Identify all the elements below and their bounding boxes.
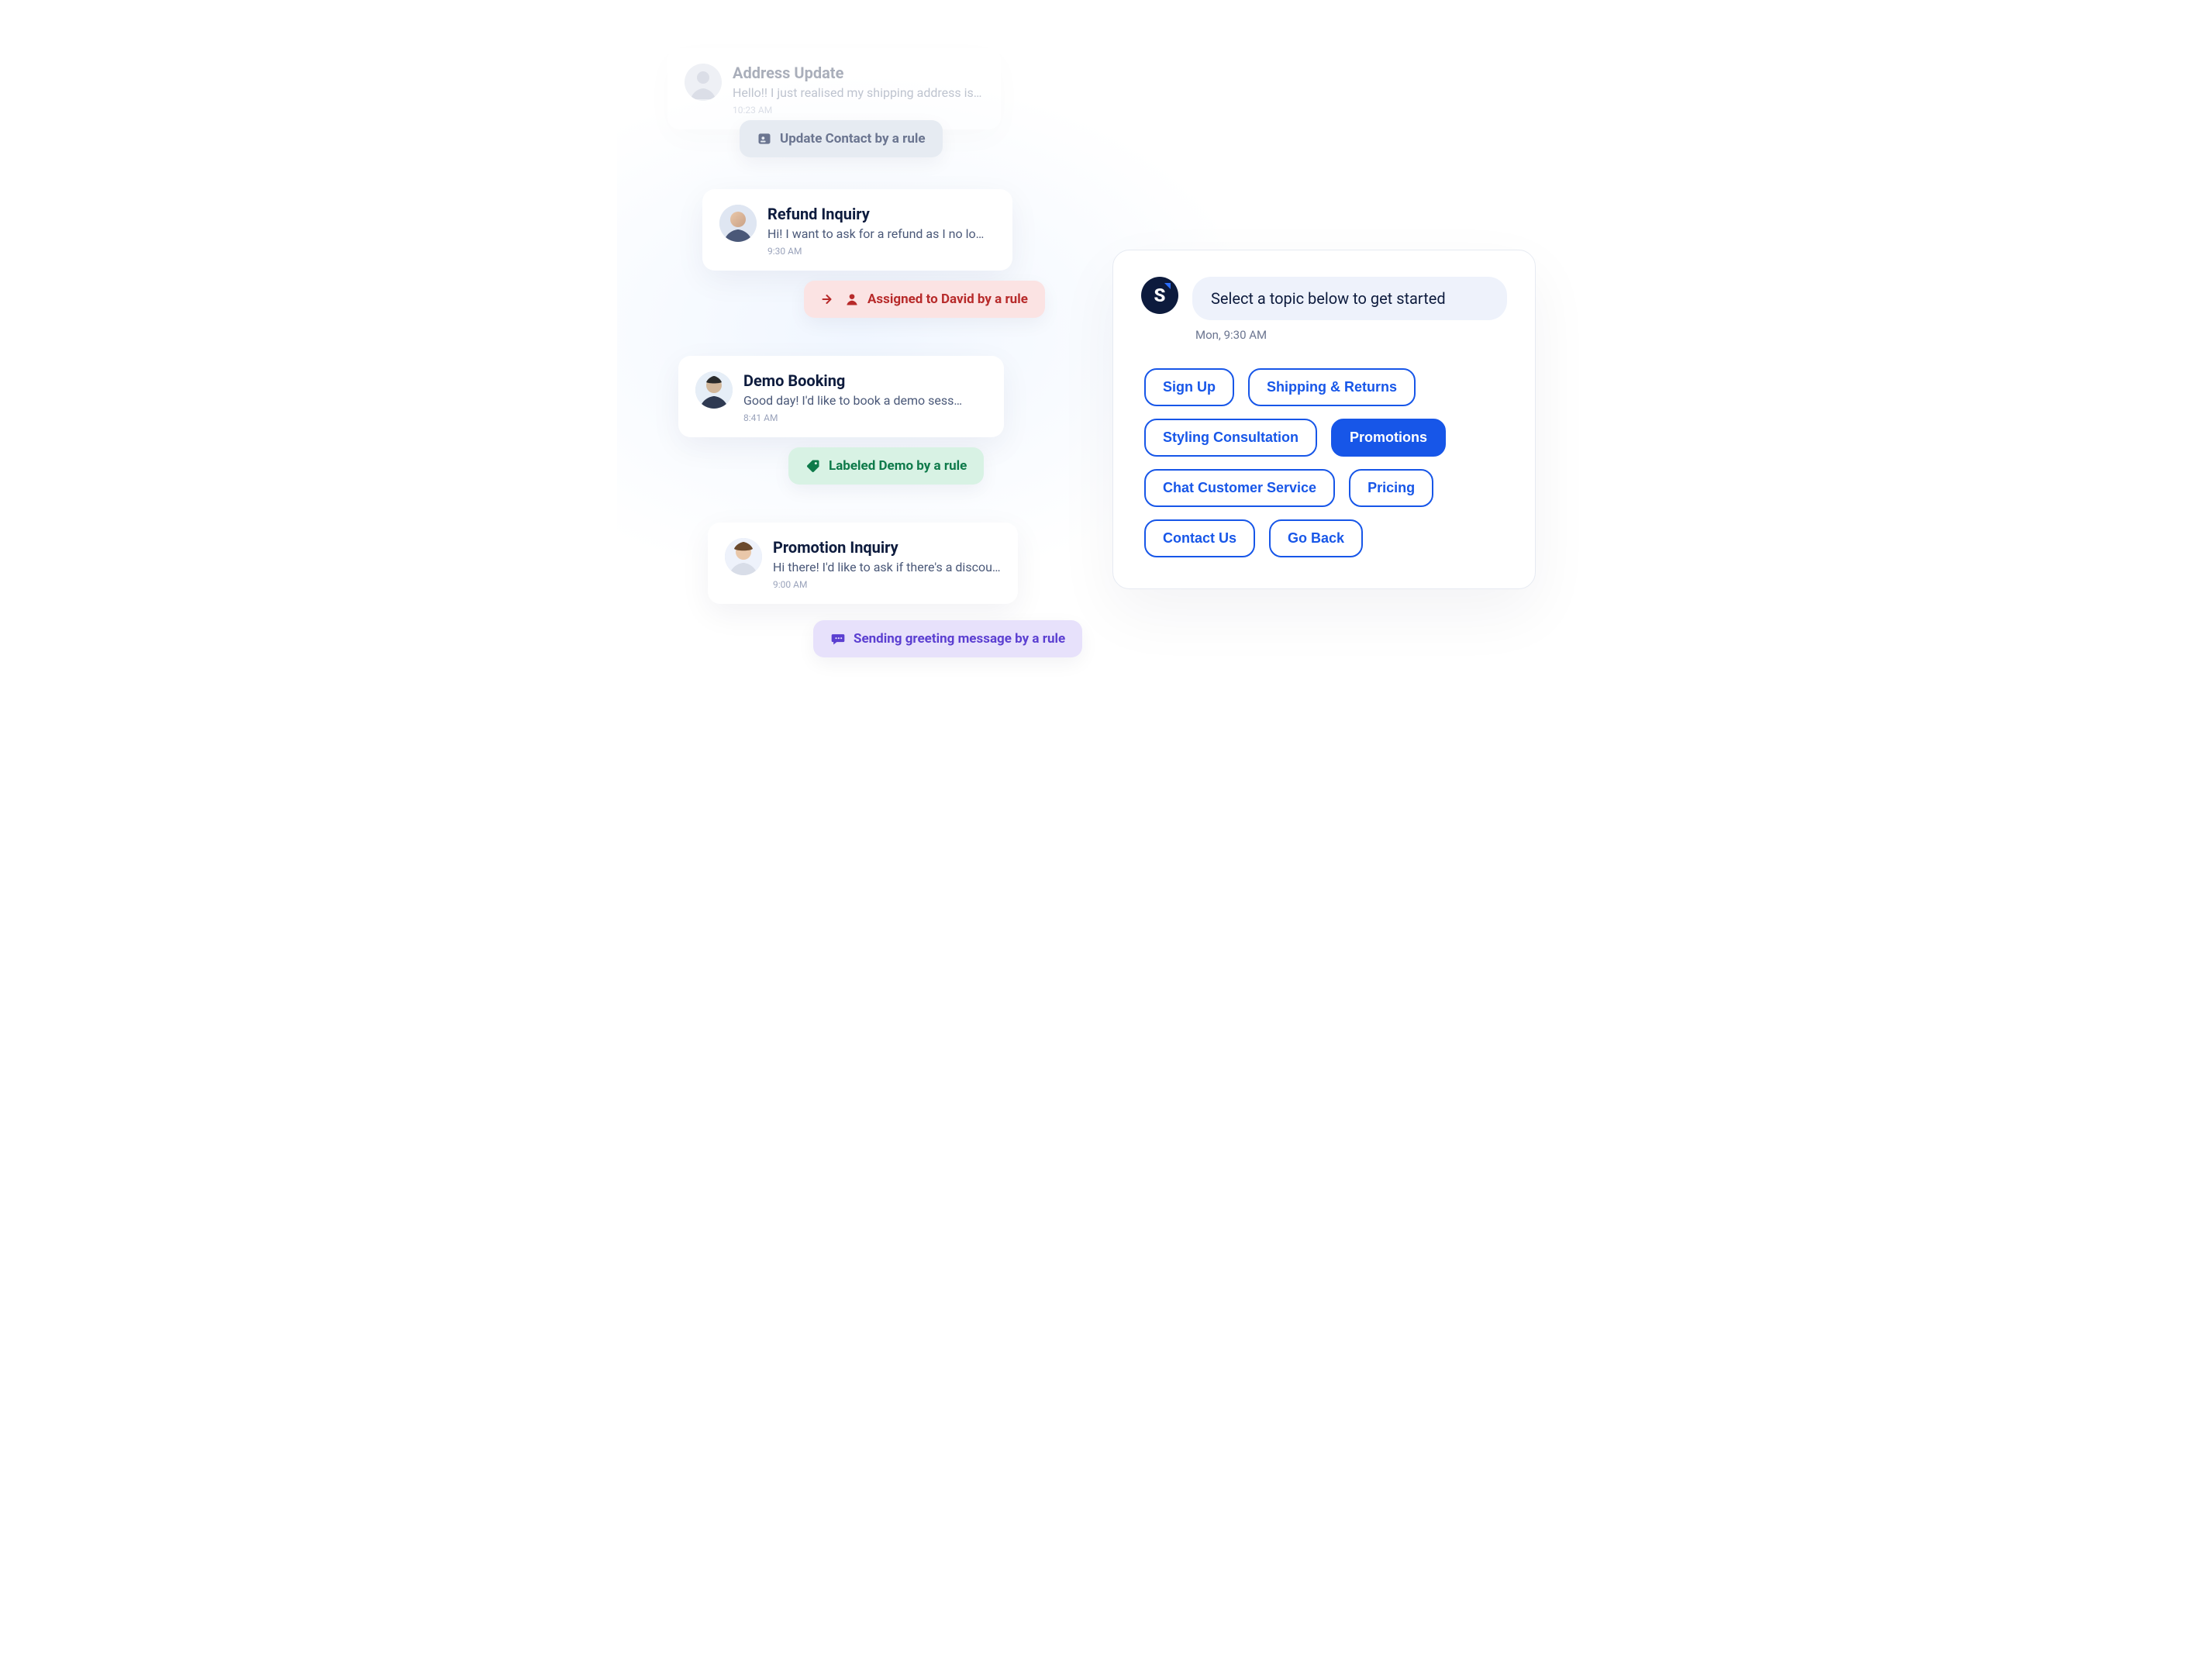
rule-badge-label: Assigned to David by a rule [867,291,1028,307]
topic-sign-up[interactable]: Sign Up [1144,368,1234,406]
bot-avatar: S [1141,277,1178,314]
rule-badge-label: Labeled Demo by a rule [829,458,967,474]
topic-shipping-returns[interactable]: Shipping & Returns [1248,368,1416,406]
topic-styling-consultation[interactable]: Styling Consultation [1144,419,1317,457]
conversation-title: Address Update [733,64,984,82]
assign-arrow-icon [821,291,836,307]
chat-widget: S Select a topic below to get started Mo… [1112,250,1536,589]
user-icon [844,291,860,307]
topic-chat-customer-service[interactable]: Chat Customer Service [1144,469,1335,507]
topic-promotions[interactable]: Promotions [1331,419,1446,457]
rule-badge: Sending greeting message by a rule [813,620,1082,657]
rule-badge: Labeled Demo by a rule [788,447,984,485]
conversation-card[interactable]: Promotion Inquiry Hi there! I'd like to … [708,523,1018,604]
chat-bubble-icon [830,631,846,647]
topic-go-back[interactable]: Go Back [1269,519,1363,557]
conversation-snippet: Hi there! I'd like to ask if there's a d… [773,560,1001,574]
rule-badge-label: Update Contact by a rule [780,131,926,147]
conversation-title: Demo Booking [743,371,987,390]
topic-pricing[interactable]: Pricing [1349,469,1433,507]
contact-card-icon [757,131,772,147]
conversation-time: 8:41 AM [743,412,987,423]
avatar [719,205,757,242]
avatar [685,64,722,101]
rule-badge-label: Sending greeting message by a rule [854,631,1065,647]
conversation-snippet: Good day! I'd like to book a demo sess… [743,393,987,408]
topic-list: Sign Up Shipping & Returns Styling Consu… [1141,368,1507,557]
conversation-title: Refund Inquiry [767,205,995,223]
conversation-card[interactable]: Demo Booking Good day! I'd like to book … [678,356,1004,437]
avatar [695,371,733,409]
rule-badge: Assigned to David by a rule [804,281,1045,318]
topic-contact-us[interactable]: Contact Us [1144,519,1255,557]
conversation-snippet: Hello!! I just realised my shipping addr… [733,85,984,100]
chat-prompt-bubble: Select a topic below to get started [1192,277,1507,320]
chat-prompt-text: Select a topic below to get started [1211,289,1446,308]
conversation-card[interactable]: Address Update Hello!! I just realised m… [667,48,1001,129]
conversation-title: Promotion Inquiry [773,538,1001,557]
bot-avatar-initial: S [1154,285,1166,306]
conversation-time: 9:30 AM [767,246,995,257]
tag-icon [805,458,821,474]
conversation-card[interactable]: Refund Inquiry Hi! I want to ask for a r… [702,189,1012,271]
conversation-time: 9:00 AM [773,579,1001,590]
rule-badge: Update Contact by a rule [740,120,943,157]
avatar [725,538,762,575]
conversation-snippet: Hi! I want to ask for a refund as I no l… [767,226,995,241]
chat-timestamp: Mon, 9:30 AM [1192,328,1507,342]
conversation-time: 10:23 AM [733,105,984,116]
